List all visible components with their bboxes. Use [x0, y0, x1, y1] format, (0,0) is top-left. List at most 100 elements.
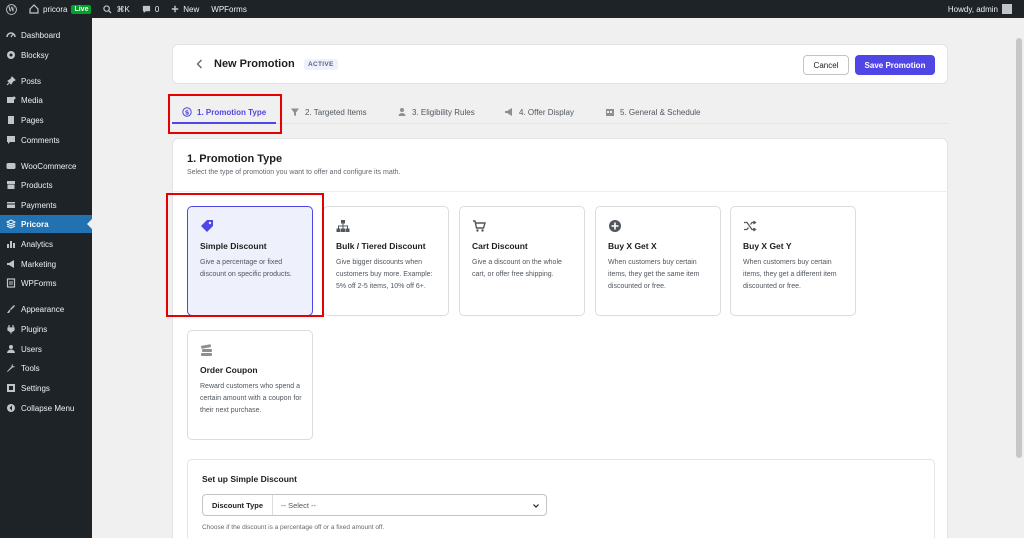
svg-text:W: W [7, 6, 15, 13]
sidebar-item-label: Plugins [21, 324, 48, 334]
site-name-link[interactable]: pricora Live [23, 0, 97, 18]
comments-link[interactable]: 0 [136, 0, 165, 18]
tab-label: 4. Offer Display [519, 107, 574, 117]
wordpress-icon: W [6, 3, 17, 15]
site-name: pricora [43, 4, 68, 14]
command-palette-button[interactable]: ⌘K [97, 0, 135, 18]
comment-icon [6, 135, 16, 145]
cancel-button[interactable]: Cancel [803, 55, 849, 75]
type-card-bulk-tiered-discount[interactable]: Bulk / Tiered Discount Give bigger disco… [323, 206, 449, 316]
avatar [1002, 4, 1012, 14]
sidebar-item-products[interactable]: Products [0, 176, 92, 194]
sidebar-item-comments[interactable]: Comments [0, 131, 92, 149]
megaphone-icon [505, 108, 512, 116]
sidebar-item-label: Settings [21, 383, 50, 393]
type-card-cart-discount[interactable]: Cart Discount Give a discount on the who… [459, 206, 585, 316]
type-card-buy-x-get-y[interactable]: Buy X Get Y When customers buy certain i… [730, 206, 856, 316]
sidebar-item-plugins[interactable]: Plugins [0, 320, 92, 338]
type-card-buy-x-get-x[interactable]: Buy X Get X When customers buy certain i… [595, 206, 721, 316]
wordpress-logo[interactable]: W [0, 0, 23, 18]
page-icon [6, 115, 16, 125]
scrollbar-thumb[interactable] [1016, 38, 1022, 458]
save-promotion-button[interactable]: Save Promotion [855, 55, 935, 75]
person-icon [398, 108, 406, 116]
howdy-text: Howdy, admin [947, 4, 998, 14]
sidebar-item-label: Payments [21, 200, 57, 210]
comments-count: 0 [154, 4, 160, 14]
blocksy-icon [6, 50, 16, 60]
sidebar-item-appearance[interactable]: Appearance [0, 300, 92, 318]
type-card-title: Cart Discount [472, 241, 528, 251]
woo-icon [6, 161, 16, 171]
tab-targeted-items[interactable]: 2. Targeted Items [290, 100, 367, 124]
discount-type-label: Discount Type [203, 495, 273, 515]
type-card-title: Bulk / Tiered Discount [336, 241, 426, 251]
tab-offer-display[interactable]: 4. Offer Display [504, 100, 574, 124]
account-menu[interactable]: Howdy, admin [948, 4, 1024, 14]
sidebar-item-blocksy[interactable]: Blocksy [0, 46, 92, 64]
new-label: New [183, 4, 200, 14]
type-card-description: When customers buy certain items, they g… [743, 259, 837, 290]
tab-label: 3. Eligibility Rules [412, 107, 475, 117]
sidebar-item-label: Collapse Menu [21, 403, 75, 413]
sidebar-item-users[interactable]: Users [0, 340, 92, 358]
sidebar-item-label: Pricora [21, 219, 49, 229]
sidebar-item-payments[interactable]: Payments [0, 196, 92, 214]
sidebar-item-marketing[interactable]: Marketing [0, 255, 92, 273]
tab-general-schedule[interactable]: 5. General & Schedule [605, 100, 701, 124]
type-card-description: Give a discount on the whole cart, or of… [472, 259, 562, 278]
sidebar-item-woocommerce[interactable]: WooCommerce [0, 157, 92, 175]
type-card-title: Order Coupon [200, 365, 258, 375]
type-card-description: Give bigger discounts when customers buy… [336, 259, 433, 290]
plus-icon [172, 5, 179, 13]
pin-icon [6, 76, 16, 86]
shuffle-icon [744, 220, 757, 232]
archive-icon [6, 180, 16, 190]
type-card-order-coupon[interactable]: Order Coupon Reward customers who spend … [187, 330, 313, 440]
step-tabs: $ 1. Promotion Type 2. Targeted Items 3.… [172, 100, 948, 124]
admin-bar: W pricora Live ⌘K 0 New WPForms Howdy, a… [0, 0, 1024, 18]
sidebar-item-label: WooCommerce [21, 161, 77, 171]
section-subtitle: Select the type of promotion you want to… [187, 169, 401, 176]
discount-type-selected: -- Select -- [281, 500, 317, 510]
status-badge: ACTIVE [304, 59, 338, 70]
sidebar-item-label: Marketing [21, 259, 57, 269]
form-icon [6, 278, 16, 288]
wpforms-label: WPForms [211, 4, 247, 14]
home-icon [29, 4, 39, 14]
wpforms-link[interactable]: WPForms [205, 0, 253, 18]
sidebar-item-pages[interactable]: Pages [0, 111, 92, 129]
pricora-icon [6, 219, 16, 229]
discount-type-select[interactable]: Discount Type -- Select -- [202, 494, 547, 516]
sidebar-item-label: Analytics [21, 239, 54, 249]
sidebar-item-analytics[interactable]: Analytics [0, 235, 92, 253]
tab-eligibility-rules[interactable]: 3. Eligibility Rules [397, 100, 475, 124]
sidebar-item-label: Tools [21, 363, 40, 373]
sidebar-item-label: Products [21, 180, 53, 190]
live-badge: Live [71, 4, 92, 14]
sidebar-item-pricora[interactable]: Pricora [0, 215, 92, 233]
sidebar-item-label: Media [21, 95, 43, 105]
page-title: New Promotion [214, 58, 295, 70]
type-card-description: Reward customers who spend a certain amo… [200, 383, 302, 414]
sidebar-item-media[interactable]: Media [0, 91, 92, 109]
calendar-icon [606, 109, 614, 116]
sidebar-item-label: Comments [21, 135, 60, 145]
sidebar-item-posts[interactable]: Posts [0, 72, 92, 90]
sidebar-item-label: Dashboard [21, 30, 61, 40]
comment-icon [142, 5, 150, 13]
sidebar-item-wpforms[interactable]: WPForms [0, 274, 92, 292]
discount-type-value[interactable]: -- Select -- [273, 495, 546, 515]
chevron-down-icon [533, 504, 539, 508]
plus-circle-icon [609, 220, 621, 232]
sidebar-item-settings[interactable]: Settings [0, 379, 92, 397]
collapse-menu-button[interactable]: Collapse Menu [0, 399, 92, 417]
wrench-icon [6, 363, 16, 373]
page-scrollbar[interactable] [1014, 18, 1024, 538]
chevron-left-icon[interactable] [193, 57, 207, 71]
sidebar-item-label: Blocksy [21, 50, 49, 60]
new-content-link[interactable]: New [165, 0, 205, 18]
sidebar-item-tools[interactable]: Tools [0, 359, 92, 377]
annotation-highlight-card [166, 193, 324, 317]
sidebar-item-dashboard[interactable]: Dashboard [0, 26, 92, 44]
